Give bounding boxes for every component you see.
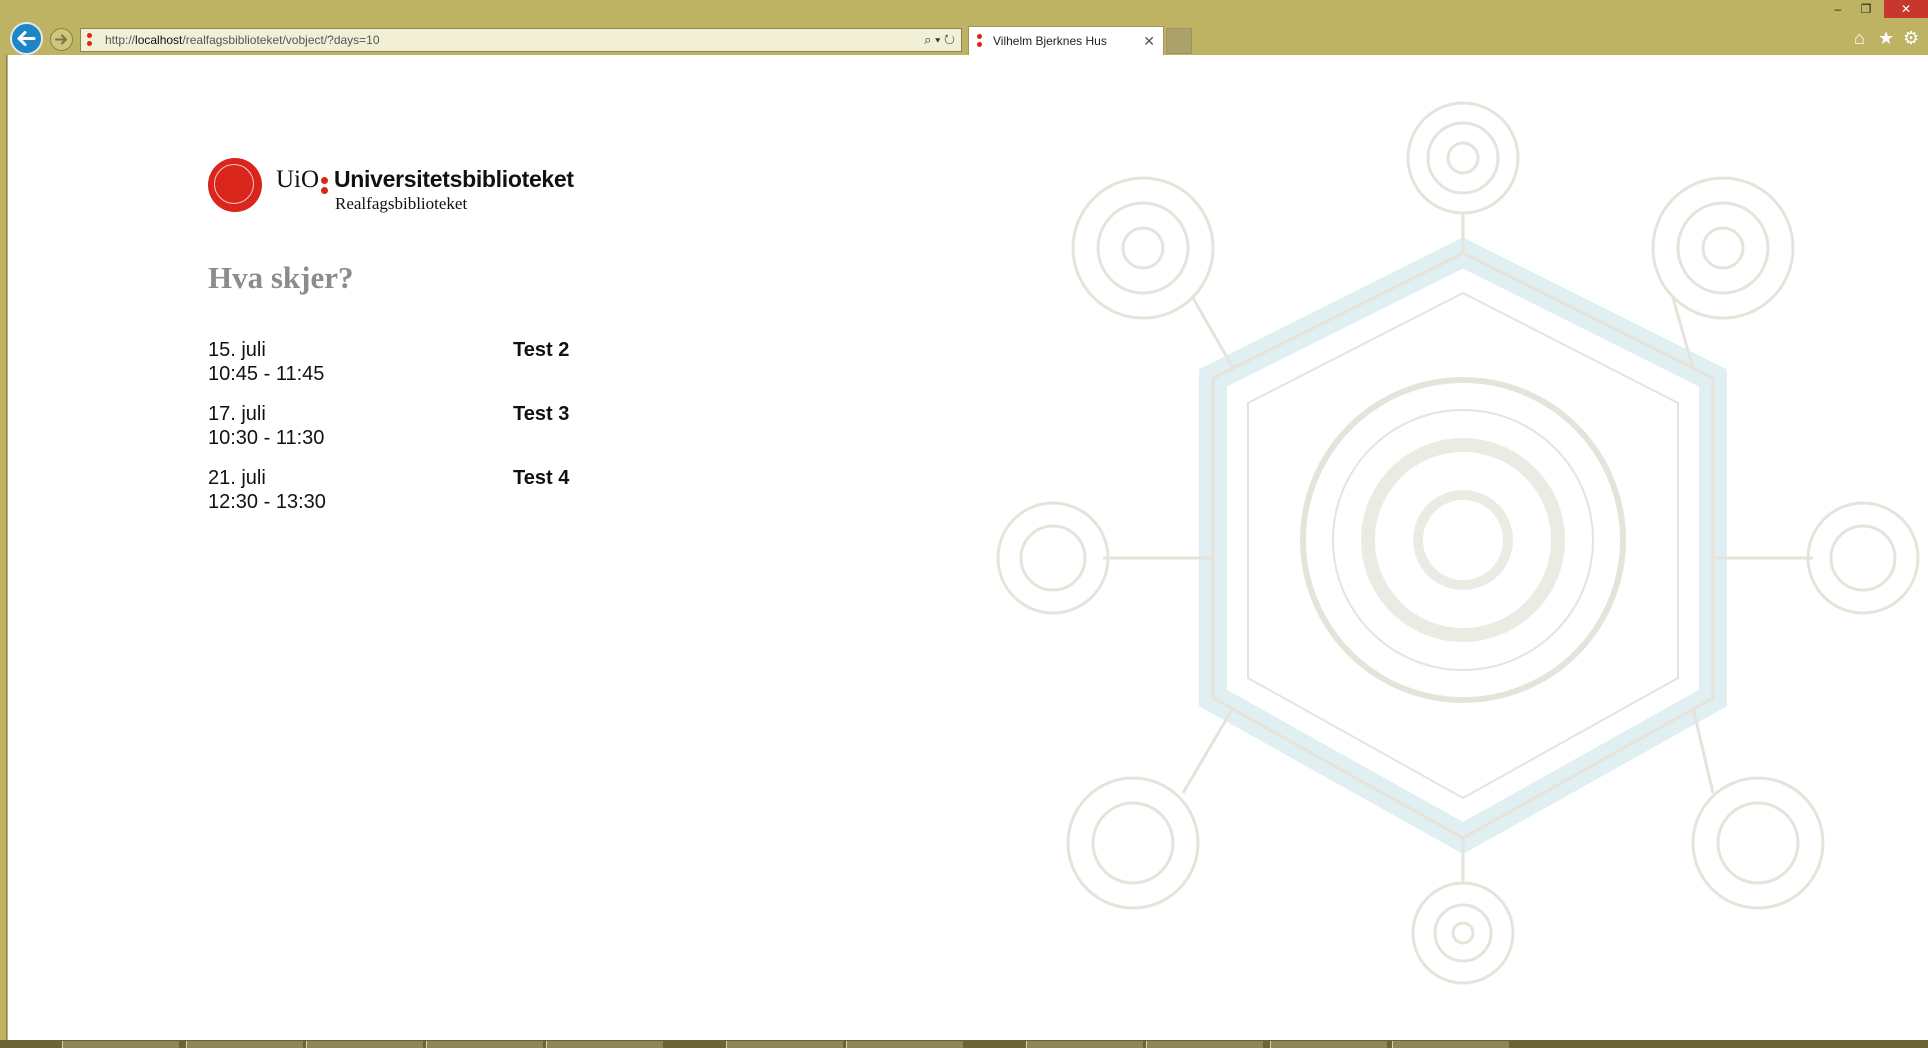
event-title: Test 4 [513, 467, 570, 489]
taskbar-item[interactable] [846, 1041, 963, 1048]
back-button[interactable] [10, 22, 43, 55]
url-text: http://localhost/realfagsbiblioteket/vob… [105, 33, 380, 47]
tab-title: Vilhelm Bjerknes Hus [993, 34, 1107, 48]
event-title: Test 3 [513, 403, 570, 425]
event-item: 17. juli 10:30 - 11:30 Test 3 [208, 402, 608, 466]
taskbar-item[interactable] [426, 1041, 543, 1048]
page-title: Hva skjer? [208, 260, 354, 295]
uio-dots-icon [321, 177, 328, 195]
close-window-icon[interactable]: ✕ [1884, 0, 1928, 18]
taskbar-item[interactable] [186, 1041, 303, 1048]
medusa-illustration-image [996, 101, 1920, 985]
event-list: 15. juli 10:45 - 11:45 Test 2 17. juli 1… [208, 338, 608, 530]
arrow-right-icon [55, 34, 67, 45]
window-left-border [0, 55, 8, 1045]
taskbar-item[interactable] [1392, 1041, 1509, 1048]
event-time: 10:30 - 11:30 [208, 427, 325, 449]
uio-wordmark: UiO [276, 166, 320, 193]
address-tools-icons[interactable]: ⌕ ▾ ↻ [924, 29, 955, 51]
institution-name: Universitetsbiblioteket [334, 166, 574, 192]
tab-favicon-icon [977, 34, 982, 50]
minimize-icon[interactable]: – [1824, 0, 1852, 18]
home-icon[interactable]: ⌂ [1854, 28, 1865, 49]
restore-icon[interactable]: ❐ [1852, 0, 1880, 18]
taskbar-item[interactable] [1026, 1041, 1143, 1048]
event-title: Test 2 [513, 339, 570, 361]
favorites-star-icon[interactable]: ★ [1878, 28, 1894, 49]
new-tab-button[interactable] [1166, 28, 1192, 54]
event-item: 21. juli 12:30 - 13:30 Test 4 [208, 466, 608, 530]
browser-tab[interactable]: Vilhelm Bjerknes Hus ✕ [968, 26, 1164, 55]
event-time: 10:45 - 11:45 [208, 363, 325, 385]
page-content: UiO Universitetsbiblioteket Realfagsbibl… [8, 55, 1928, 1040]
forward-button[interactable] [50, 28, 73, 51]
taskbar-item[interactable] [726, 1041, 843, 1048]
event-item: 15. juli 10:45 - 11:45 Test 2 [208, 338, 608, 402]
taskbar-item[interactable] [62, 1041, 179, 1048]
library-name: Realfagsbiblioteket [335, 194, 468, 213]
address-bar[interactable]: http://localhost/realfagsbiblioteket/vob… [80, 28, 962, 52]
settings-gear-icon[interactable]: ⚙ [1903, 28, 1919, 49]
taskbar-item[interactable] [306, 1041, 423, 1048]
taskbar-item[interactable] [1146, 1041, 1263, 1048]
tab-close-icon[interactable]: ✕ [1143, 27, 1155, 55]
browser-toolbar: http://localhost/realfagsbiblioteket/vob… [0, 0, 1928, 55]
arrow-left-icon [17, 31, 36, 46]
uio-seal-icon [208, 158, 262, 212]
taskbar-item[interactable] [546, 1041, 663, 1048]
taskbar-item[interactable] [1270, 1041, 1387, 1048]
event-time: 12:30 - 13:30 [208, 491, 326, 513]
site-favicon-icon [87, 33, 92, 47]
